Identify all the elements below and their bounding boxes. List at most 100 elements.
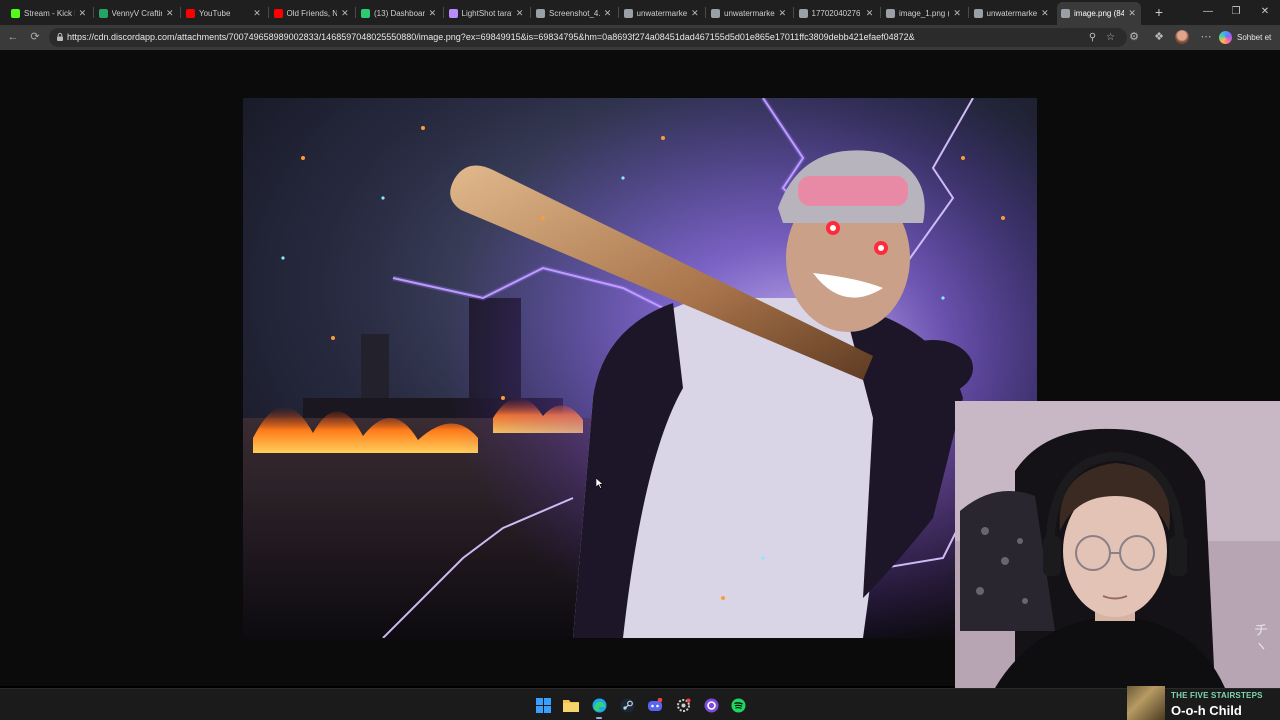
minimize-button[interactable]: — <box>1197 4 1219 20</box>
stream-overlay-glyphs: チ ヽ <box>1254 622 1268 654</box>
globe-icon <box>1061 9 1070 18</box>
globe-icon <box>711 8 720 18</box>
tab-separator <box>880 7 881 18</box>
copilot-label: Sohbet et <box>1237 32 1272 42</box>
url-text: https://cdn.discordapp.com/attachments/7… <box>67 32 915 42</box>
tab-label: (13) Dashboard <box>374 8 425 18</box>
back-button[interactable]: ← <box>6 30 20 44</box>
tab-7[interactable]: Screenshot_4.p ✕ <box>532 3 616 23</box>
spotify-icon[interactable] <box>730 697 746 713</box>
tab-close-icon[interactable]: ✕ <box>340 8 349 19</box>
zoom-icon[interactable]: ⚲ <box>1087 32 1098 43</box>
tab-close-icon[interactable]: ✕ <box>778 8 787 19</box>
tab-close-icon[interactable]: ✕ <box>252 8 262 19</box>
obs-icon[interactable] <box>703 697 719 713</box>
tab-label: image_1.png ( <box>899 8 950 18</box>
tab-label: Stream - Kick D <box>24 8 75 18</box>
tab-separator <box>180 7 181 18</box>
tab-separator <box>617 7 619 18</box>
artwork-image[interactable] <box>243 98 1037 638</box>
tab-separator <box>792 7 794 18</box>
file-explorer-icon[interactable] <box>563 697 579 713</box>
reload-button[interactable]: ⟳ <box>28 30 42 44</box>
tab-separator <box>92 7 94 18</box>
tab-separator <box>267 7 269 18</box>
copilot-icon <box>1219 30 1232 44</box>
settings-app-icon[interactable] <box>675 697 691 713</box>
globe-icon <box>798 8 808 18</box>
tab-close-icon[interactable]: ✕ <box>603 8 612 19</box>
kick-icon <box>11 8 20 18</box>
feather-icon <box>448 8 458 18</box>
tab-2[interactable]: VennyV Craftin ✕ <box>95 3 179 23</box>
tab-label: YouTube <box>199 8 231 18</box>
tab-5[interactable]: (13) Dashboard ✕ <box>357 3 441 23</box>
album-art <box>1127 686 1165 720</box>
webcam-feed <box>955 401 1280 688</box>
globe-icon <box>886 8 895 18</box>
tab-9[interactable]: unwatermarked ✕ <box>707 3 791 23</box>
tab-close-icon[interactable]: ✕ <box>1127 8 1137 19</box>
copilot-button[interactable]: Sohbet et <box>1219 29 1271 45</box>
discord-icon[interactable] <box>647 697 663 713</box>
profile-avatar[interactable] <box>1175 30 1189 44</box>
taskbar <box>0 688 1280 720</box>
tab-label: unwatermarked <box>986 8 1038 18</box>
tab-label: image.png (84 <box>1074 9 1125 18</box>
maximize-button[interactable]: ❐ <box>1225 4 1247 20</box>
collections-icon[interactable]: ❖ <box>1152 30 1166 44</box>
tab-13[interactable]: image.png (84 ✕ <box>1057 2 1141 25</box>
tab-separator <box>442 7 444 18</box>
tab-label: Old Friends, Ne <box>286 8 338 18</box>
globe-icon <box>973 8 983 18</box>
tab-1[interactable]: Stream - Kick D ✕ <box>7 3 91 23</box>
tab-separator <box>530 7 531 18</box>
sheets-icon <box>98 8 108 18</box>
now-playing-artist: THE FIVE STAIRSTEPS <box>1171 691 1263 700</box>
dashboard-icon <box>361 8 370 18</box>
tab-close-icon[interactable]: ✕ <box>865 8 875 19</box>
tab-label: Screenshot_4.p <box>549 8 600 18</box>
globe-icon <box>536 8 545 18</box>
tab-close-icon[interactable]: ✕ <box>690 8 699 19</box>
tab-8[interactable]: unwatermarked ✕ <box>620 3 704 23</box>
tab-label: VennyV Craftin <box>111 8 163 18</box>
new-tab-button[interactable]: + <box>1151 4 1167 20</box>
tab-10[interactable]: 17702040276 ✕ <box>795 3 879 23</box>
tab-close-icon[interactable]: ✕ <box>78 8 87 19</box>
now-playing-widget: THE FIVE STAIRSTEPS O-o-h Child <box>1127 686 1280 720</box>
toolbar: ← ⟳ https://cdn.discordapp.com/attachmen… <box>0 25 1280 50</box>
tab-separator <box>967 7 969 18</box>
steam-icon[interactable] <box>619 697 635 713</box>
tab-label: unwatermarked <box>724 8 775 18</box>
site-info-icon[interactable] <box>55 32 65 42</box>
tab-11[interactable]: image_1.png (✕ <box>882 3 966 23</box>
more-menu-icon[interactable]: ⋯ <box>1199 30 1213 44</box>
tab-label: LightShot taraf <box>461 8 512 18</box>
tab-close-icon[interactable]: ✕ <box>1040 8 1049 19</box>
address-bar[interactable]: https://cdn.discordapp.com/attachments/7… <box>49 28 1127 47</box>
tab-close-icon[interactable]: ✕ <box>428 8 437 19</box>
edge-browser-icon[interactable] <box>591 697 607 719</box>
tab-3[interactable]: YouTube ✕ <box>182 3 266 23</box>
youtube-icon <box>273 8 283 18</box>
tab-close-icon[interactable]: ✕ <box>952 8 962 19</box>
favorite-star-icon[interactable]: ☆ <box>1105 32 1116 43</box>
tab-separator <box>705 7 706 18</box>
mouse-cursor-icon <box>596 478 604 489</box>
now-playing-title: O-o-h Child <box>1171 703 1242 718</box>
tab-close-icon[interactable]: ✕ <box>165 8 174 19</box>
windows-start-icon[interactable] <box>535 697 551 713</box>
artwork-illustration <box>243 98 1037 638</box>
extensions-icon[interactable]: ⚙ <box>1127 30 1141 44</box>
webcam-overlay <box>955 401 1280 688</box>
tab-label: unwatermarked <box>636 8 688 18</box>
tab-6[interactable]: LightShot taraf ✕ <box>445 3 529 23</box>
tab-separator <box>355 7 356 18</box>
tab-strip: Stream - Kick D ✕ VennyV Craftin ✕ YouTube ✕ O… <box>0 0 1280 25</box>
tab-12[interactable]: unwatermarked ✕ <box>970 3 1054 23</box>
tab-4[interactable]: Old Friends, Ne ✕ <box>270 3 354 23</box>
close-window-button[interactable]: ✕ <box>1254 4 1276 20</box>
tab-close-icon[interactable]: ✕ <box>515 8 525 19</box>
tab-label: 17702040276 <box>811 8 861 18</box>
